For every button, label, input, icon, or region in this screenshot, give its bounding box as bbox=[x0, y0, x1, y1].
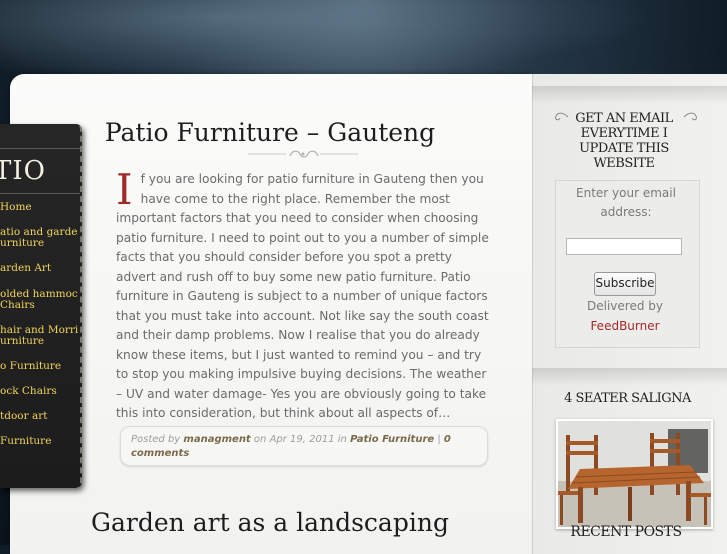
email-input[interactable] bbox=[566, 238, 682, 255]
sidebar-section-shadow bbox=[532, 86, 727, 104]
delivered-by-label: Delivered by bbox=[587, 299, 663, 313]
subscribe-button[interactable]: Subscribe bbox=[594, 272, 656, 296]
delivered-by: Delivered by FeedBurner bbox=[560, 296, 690, 336]
nav-item-hammock-2[interactable]: Chairs bbox=[0, 299, 78, 311]
nav-item-home[interactable]: Home bbox=[0, 201, 78, 213]
patio-set-illustration bbox=[558, 421, 711, 527]
nav-item-patio-garden-2[interactable]: urniture bbox=[0, 237, 78, 249]
nav-item-outdoor-art[interactable]: tdoor art bbox=[0, 410, 78, 422]
patio-set-photo[interactable] bbox=[556, 419, 713, 529]
title-ornament-icon bbox=[248, 150, 358, 158]
drop-cap: I bbox=[116, 165, 133, 214]
saligna-widget-title: 4 SEATER SALIGNA bbox=[564, 391, 691, 406]
flourish-right-icon bbox=[683, 112, 697, 121]
email-label: Enter your email address: bbox=[576, 186, 676, 219]
recent-posts-title: RECENT POSTS bbox=[570, 524, 682, 540]
nav-item-garden-art[interactable]: arden Art bbox=[0, 262, 78, 274]
meta-in: in bbox=[337, 434, 347, 445]
meta-separator: | bbox=[437, 434, 441, 445]
sidebar-section-shadow-2 bbox=[532, 368, 727, 386]
meta-date: Apr 19, 2011 bbox=[269, 434, 335, 445]
side-navigation: TIO Home atio and garden urniture arden … bbox=[0, 124, 82, 488]
post-title[interactable]: Patio Furniture – Gauteng bbox=[20, 118, 520, 147]
nav-title: TIO bbox=[0, 148, 80, 194]
meta-author-link[interactable]: managment bbox=[183, 434, 250, 445]
nav-item-furniture[interactable]: o Furniture bbox=[0, 360, 78, 372]
feedburner-link[interactable]: FeedBurner bbox=[560, 316, 690, 336]
post-body: f you are looking for patio furniture in… bbox=[116, 172, 489, 420]
meta-category-link[interactable]: Patio Furniture bbox=[350, 434, 434, 445]
post-excerpt: If you are looking for patio furniture i… bbox=[116, 165, 494, 424]
nav-item-furniture-2[interactable]: Furniture bbox=[0, 435, 78, 447]
meta-posted-by: Posted by bbox=[131, 434, 181, 445]
meta-on: on bbox=[253, 434, 267, 445]
email-widget-title: GET AN EMAIL EVERYTIME I UPDATE THIS WEB… bbox=[575, 111, 673, 171]
nav-item-rock-chairs[interactable]: ock Chairs bbox=[0, 385, 78, 397]
post-meta: Posted by managment on Apr 19, 2011 in P… bbox=[120, 426, 488, 466]
nav-item-morris-2[interactable]: urniture bbox=[0, 335, 78, 347]
post-title-2[interactable]: Garden art as a landscaping bbox=[20, 508, 520, 537]
